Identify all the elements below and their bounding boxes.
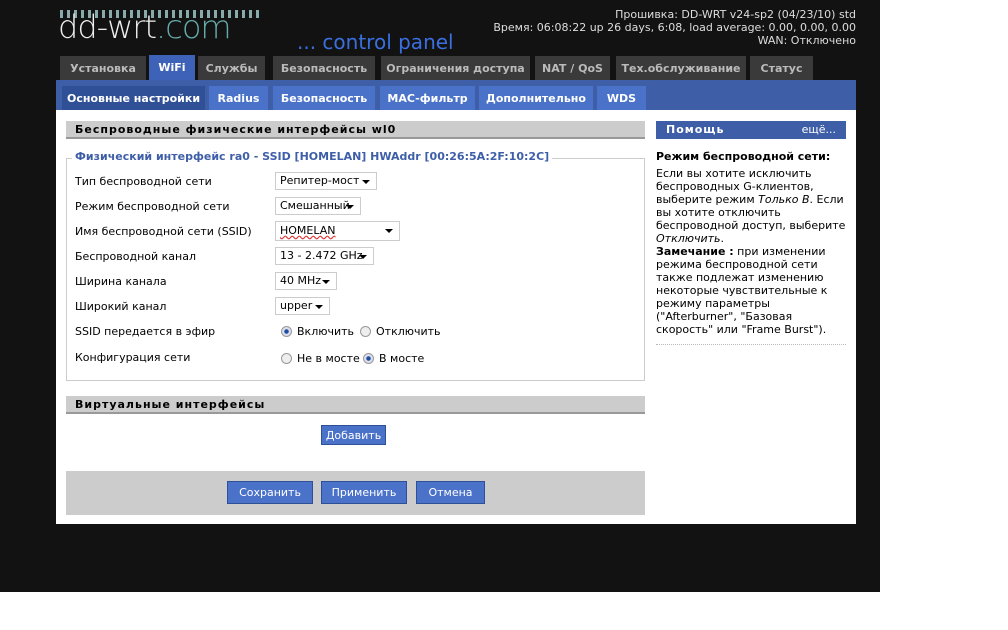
- virtual-interfaces-header: Виртуальные интерфейсы: [66, 396, 645, 414]
- help-heading: Режим беспроводной сети:: [656, 150, 831, 163]
- subtab-radius[interactable]: Radius: [209, 86, 268, 110]
- subtab-wds[interactable]: WDS: [597, 86, 646, 110]
- radio-icon[interactable]: [281, 353, 292, 364]
- broadcast-disable[interactable]: Отключить: [360, 325, 441, 338]
- broadcast-label: SSID передается в эфир: [75, 325, 216, 338]
- type-label: Тип беспроводной сети: [75, 175, 212, 188]
- wan-status: WAN: Отключено: [757, 34, 856, 47]
- radio-checked-icon[interactable]: [281, 326, 292, 337]
- help-divider: [656, 344, 846, 345]
- interface-legend: Физический интерфейс ra0 - SSID [HOMELAN…: [72, 150, 553, 163]
- tab-nat-qos[interactable]: NAT / QoS: [535, 56, 610, 80]
- tab-wifi[interactable]: WiFi: [149, 55, 195, 80]
- help-title: Помощь: [666, 123, 725, 136]
- subtitle: ... control panel: [297, 30, 454, 54]
- width-label: Ширина канала: [75, 275, 167, 288]
- radio-icon[interactable]: [360, 326, 371, 337]
- subtab-mac-filter[interactable]: MAC-фильтр: [380, 86, 475, 110]
- tab-administration[interactable]: Тех.обслуживание: [616, 56, 746, 80]
- status-info: Прошивка: DD-WRT v24-sp2 (04/23/10) std …: [493, 8, 856, 47]
- ssid-label: Имя беспроводной сети (SSID): [75, 225, 252, 238]
- netconf-label: Конфигурация сети: [75, 351, 191, 364]
- ssid-input[interactable]: HOMELAN: [275, 221, 400, 241]
- cancel-button[interactable]: Отмена: [416, 481, 485, 504]
- channel-select[interactable]: 13 - 2.472 GHz: [275, 247, 374, 265]
- wide-channel-select[interactable]: upper: [275, 297, 330, 315]
- channel-width-select[interactable]: 40 MHz: [275, 272, 337, 290]
- wireless-type-select[interactable]: Репитер-мост: [275, 172, 377, 190]
- netconf-bridged[interactable]: В мосте: [363, 352, 424, 365]
- radio-checked-icon[interactable]: [363, 353, 374, 364]
- subtab-basic[interactable]: Основные настройки: [62, 86, 205, 110]
- tab-status[interactable]: Статус: [750, 56, 813, 80]
- wireless-mode-select[interactable]: Смешанный: [275, 197, 361, 215]
- tab-setup[interactable]: Установка: [60, 56, 146, 80]
- add-button[interactable]: Добавить: [321, 425, 386, 445]
- logo: dd-wrt.com: [58, 8, 232, 46]
- tab-access-restrictions[interactable]: Ограничения доступа: [381, 56, 530, 80]
- broadcast-enable[interactable]: Включить: [281, 325, 354, 338]
- tab-security[interactable]: Безопасность: [273, 56, 375, 80]
- tab-services[interactable]: Службы: [198, 56, 265, 80]
- interface-fieldset: [66, 158, 645, 381]
- wide-channel-label: Широкий канал: [75, 300, 167, 313]
- subtab-advanced[interactable]: Дополнительно: [479, 86, 593, 110]
- help-more-link[interactable]: ещё...: [802, 121, 836, 139]
- firmware: Прошивка: DD-WRT v24-sp2 (04/23/10) std: [615, 8, 856, 21]
- help-body: Если вы хотите исключить беспроводных G-…: [656, 167, 846, 336]
- apply-button[interactable]: Применить: [321, 481, 407, 504]
- channel-label: Беспроводной канал: [75, 250, 196, 263]
- netconf-unbridged[interactable]: Не в мосте: [281, 352, 360, 365]
- help-header: Помощь ещё...: [656, 121, 846, 139]
- uptime: Время: 06:08:22 up 26 days, 6:08, load a…: [493, 21, 856, 34]
- subtab-security[interactable]: Безопасность: [273, 86, 375, 110]
- help-text: Режим беспроводной сети: Если вы хотите …: [656, 150, 846, 345]
- mode-label: Режим беспроводной сети: [75, 200, 230, 213]
- save-button[interactable]: Сохранить: [227, 481, 313, 504]
- section-header: Беспроводные физические интерфейсы wl0: [66, 121, 645, 139]
